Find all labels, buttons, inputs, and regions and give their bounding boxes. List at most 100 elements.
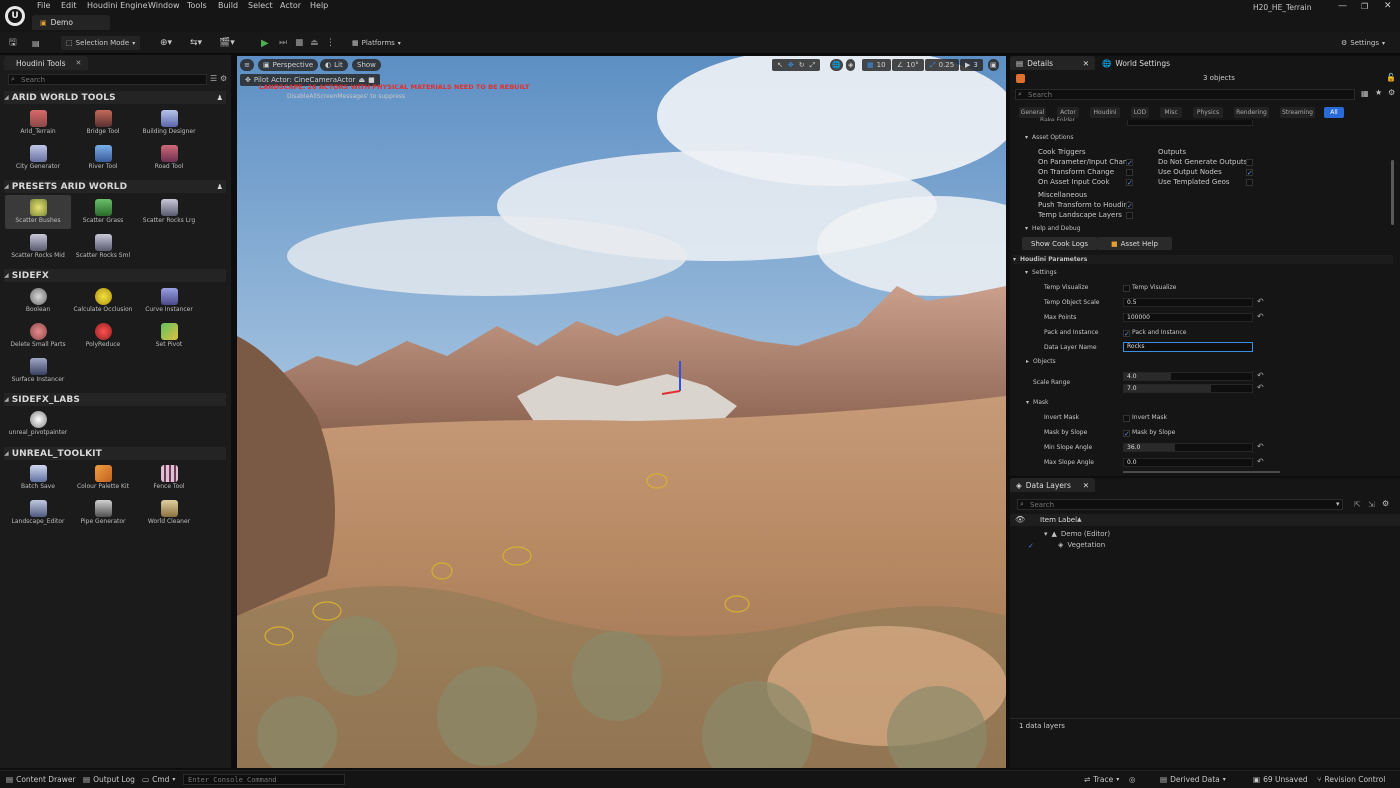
filter-physics[interactable]: Physics	[1193, 107, 1223, 118]
world-local-icon[interactable]: 🌐	[830, 59, 843, 71]
menu-help[interactable]: Help	[310, 1, 328, 10]
tool-item[interactable]: PolyReduce	[70, 323, 136, 357]
viewport-menu-button[interactable]: ≡	[240, 59, 254, 71]
browse-icon[interactable]: ▤	[32, 36, 40, 50]
tool-item[interactable]: Delete Small Parts	[5, 323, 71, 357]
visibility-check-icon[interactable]: ✓	[1028, 542, 1034, 550]
category-header[interactable]: ◢ ARID WORLD TOOLS ♟	[4, 91, 226, 104]
on-param-checkbox[interactable]: ✓	[1126, 159, 1133, 167]
layer-tree-item[interactable]: ◈ Vegetation	[1058, 541, 1105, 549]
filter-all[interactable]: All	[1324, 107, 1344, 118]
mask-by-slope-checkbox[interactable]: ✓	[1123, 430, 1130, 438]
tool-item[interactable]: World Cleaner	[136, 500, 202, 534]
grid-snap-button[interactable]: ▦ 10	[862, 59, 891, 71]
reset-icon[interactable]: ↶	[1257, 457, 1264, 466]
lock-icon[interactable]: 🔓	[1386, 73, 1396, 82]
category-header[interactable]: ◢ SIDEFX	[4, 269, 226, 282]
help-debug-header[interactable]: ▾ Help and Debug	[1025, 225, 1081, 232]
tool-item[interactable]: Scatter Rocks Lrg	[136, 199, 202, 233]
trace-dropdown[interactable]: ⇌ Trace ▾	[1084, 775, 1119, 784]
tool-item[interactable]: Building Designer	[136, 110, 202, 144]
menu-window[interactable]: Window	[148, 1, 180, 10]
close-tab-icon[interactable]: ✕	[1083, 481, 1089, 490]
level-tab[interactable]: ▣ Demo	[32, 15, 110, 30]
unreal-logo-icon[interactable]: U	[5, 6, 25, 26]
category-header[interactable]: ◢ UNREAL_TOOLKIT	[4, 447, 226, 460]
filter-streaming[interactable]: Streaming	[1280, 107, 1315, 118]
min-slope-slider[interactable]: 36.0	[1123, 443, 1253, 452]
tool-item[interactable]: Scatter Rocks Sml	[70, 234, 136, 268]
tool-item[interactable]: Arid_Terrain	[5, 110, 71, 144]
unsaved-button[interactable]: ▣ 69 Unsaved	[1253, 775, 1308, 784]
blueprint-icon[interactable]: ⇆▾	[190, 36, 202, 50]
output-log-button[interactable]: ▤ Output Log	[83, 775, 135, 784]
console-input[interactable]	[183, 774, 345, 785]
use-output-nodes-checkbox[interactable]: ✓	[1246, 169, 1253, 177]
temp-landscape-checkbox[interactable]	[1126, 212, 1133, 219]
tool-item[interactable]: Calculate Occlusion	[70, 288, 136, 322]
chevron-down-icon[interactable]: ▾	[1336, 500, 1340, 508]
level-viewport[interactable]: ≡ ▣ Perspective ◐ Lit Show ✥ Pilot Actor: C…	[237, 56, 1006, 768]
data-layer-name-input[interactable]: Rocks	[1123, 342, 1253, 352]
more-options-icon[interactable]: ⋮	[326, 36, 335, 50]
reset-icon[interactable]: ↶	[1257, 297, 1264, 306]
settings-header[interactable]: ▾ Settings	[1025, 269, 1057, 276]
derived-data-button[interactable]: ▤ Derived Data ▾	[1160, 775, 1226, 784]
scale-snap-button[interactable]: ⤢ 0.25	[925, 59, 960, 71]
eject-icon[interactable]: ⏏	[310, 36, 319, 50]
max-slope-slider[interactable]: 0.0	[1123, 458, 1253, 467]
objects-header[interactable]: ▸ Objects	[1026, 358, 1056, 365]
data-layers-tab[interactable]: ◈ Data Layers ✕	[1010, 478, 1095, 492]
tool-item[interactable]: Road Tool	[136, 145, 202, 179]
bake-folder-input[interactable]	[1127, 120, 1253, 126]
invert-mask-checkbox[interactable]	[1123, 415, 1130, 422]
step-icon[interactable]: ⏭	[279, 36, 287, 50]
details-tab[interactable]: ▤ Details ✕	[1010, 56, 1095, 70]
gear-icon[interactable]: ⚙	[1388, 88, 1395, 97]
reset-icon[interactable]: ↶	[1257, 383, 1264, 392]
selection-mode-dropdown[interactable]: ⬚ Selection Mode ▾	[61, 36, 141, 50]
transform-tools[interactable]: ↖ ✥ ↻ ⤢	[772, 59, 821, 71]
camera-speed-button[interactable]: ▶ 3	[960, 59, 983, 71]
maximize-icon[interactable]: ❐	[1361, 2, 1368, 11]
gear-icon[interactable]: ⚙	[220, 74, 227, 83]
play-icon[interactable]: ▶	[261, 36, 269, 50]
use-templated-checkbox[interactable]	[1246, 179, 1253, 186]
scale-icon[interactable]: ⤢	[810, 61, 816, 70]
reset-icon[interactable]: ↶	[1257, 442, 1264, 451]
rotation-snap-button[interactable]: ∠ 10°	[892, 59, 924, 71]
rotate-icon[interactable]: ↻	[799, 61, 805, 69]
lit-button[interactable]: ◐ Lit	[320, 59, 348, 71]
layout-icon[interactable]: ▣	[988, 59, 999, 71]
revision-control-button[interactable]: ⑂ Revision Control	[1317, 775, 1385, 784]
cmd-dropdown[interactable]: ▭ Cmd ▾	[142, 775, 175, 784]
sort-icon[interactable]: ▲	[1077, 516, 1082, 523]
houdini-params-header[interactable]: ▾ Houdini Parameters	[1013, 255, 1393, 264]
on-transform-checkbox[interactable]	[1126, 169, 1133, 176]
details-scrollbar[interactable]	[1391, 160, 1394, 225]
close-window-icon[interactable]: ✕	[1384, 1, 1392, 11]
save-icon[interactable]: 🖫	[9, 36, 17, 50]
tool-item[interactable]: unreal_pivotpainter	[5, 411, 71, 445]
category-header[interactable]: ◢ SIDEFX_LABS	[4, 393, 226, 406]
filter-rendering[interactable]: Rendering	[1234, 107, 1269, 118]
do-not-generate-checkbox[interactable]	[1246, 159, 1253, 166]
menu-select[interactable]: Select	[248, 1, 273, 10]
menu-file[interactable]: File	[37, 1, 50, 10]
temp-object-scale-input[interactable]: 0.5	[1123, 298, 1253, 307]
layer-tree-root[interactable]: ▾ ▲ Demo (Editor)	[1044, 530, 1110, 538]
surface-snap-icon[interactable]: ◈	[846, 59, 856, 71]
tool-item[interactable]: Set Pivot	[136, 323, 202, 357]
broadcast-icon[interactable]: ◎	[1129, 775, 1136, 784]
menu-actor[interactable]: Actor	[280, 1, 301, 10]
scale-range-min-slider[interactable]: 4.0	[1123, 372, 1253, 381]
collapse-all-icon[interactable]: ⇱	[1354, 500, 1361, 509]
tool-item[interactable]: City Generator	[5, 145, 71, 179]
tool-item[interactable]: Fence Tool	[136, 465, 202, 499]
add-actor-icon[interactable]: ⊕▾	[160, 36, 172, 50]
close-tab-icon[interactable]: ✕	[76, 59, 82, 67]
filter-lod[interactable]: LOD	[1131, 107, 1149, 118]
select-icon[interactable]: ↖	[777, 61, 783, 69]
terrain-scene[interactable]	[237, 56, 1006, 768]
move-icon[interactable]: ✥	[788, 61, 794, 69]
